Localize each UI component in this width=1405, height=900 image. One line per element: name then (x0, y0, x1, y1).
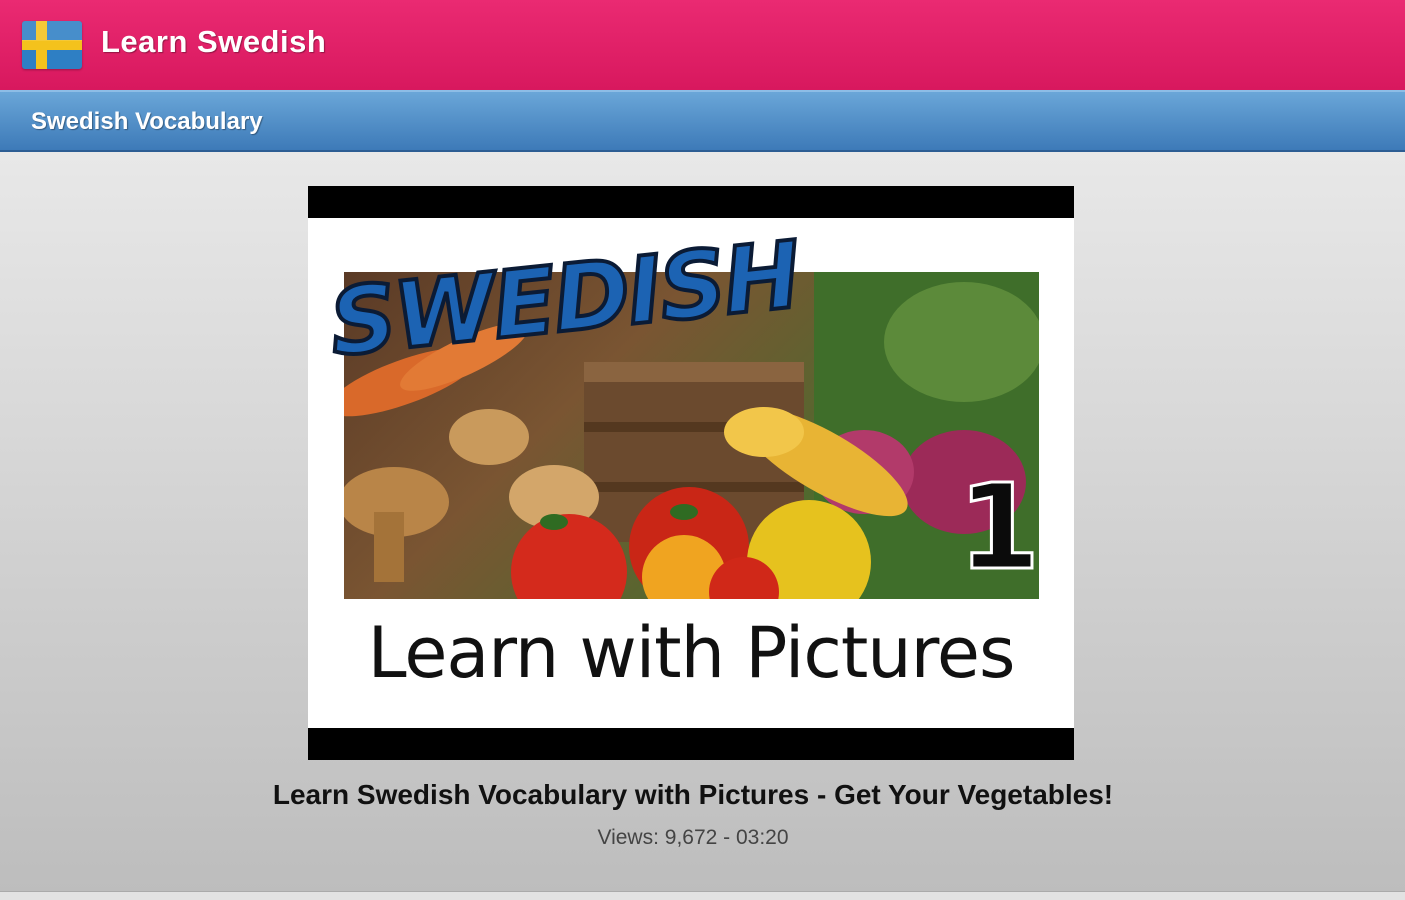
sweden-flag-icon (22, 21, 82, 69)
bottom-divider (0, 891, 1405, 900)
section-header: Swedish Vocabulary (0, 90, 1405, 152)
app-title: Learn Swedish (101, 24, 327, 59)
section-title: Swedish Vocabulary (31, 108, 263, 135)
thumbnail-number: 1 (956, 458, 1041, 596)
app-header: Learn Swedish (0, 0, 1405, 90)
video-title[interactable]: Learn Swedish Vocabulary with Pictures -… (0, 779, 1386, 811)
thumbnail-tagline: Learn with Pictures (367, 612, 1016, 694)
video-meta: Views: 9,672 - 03:20 (597, 826, 789, 849)
